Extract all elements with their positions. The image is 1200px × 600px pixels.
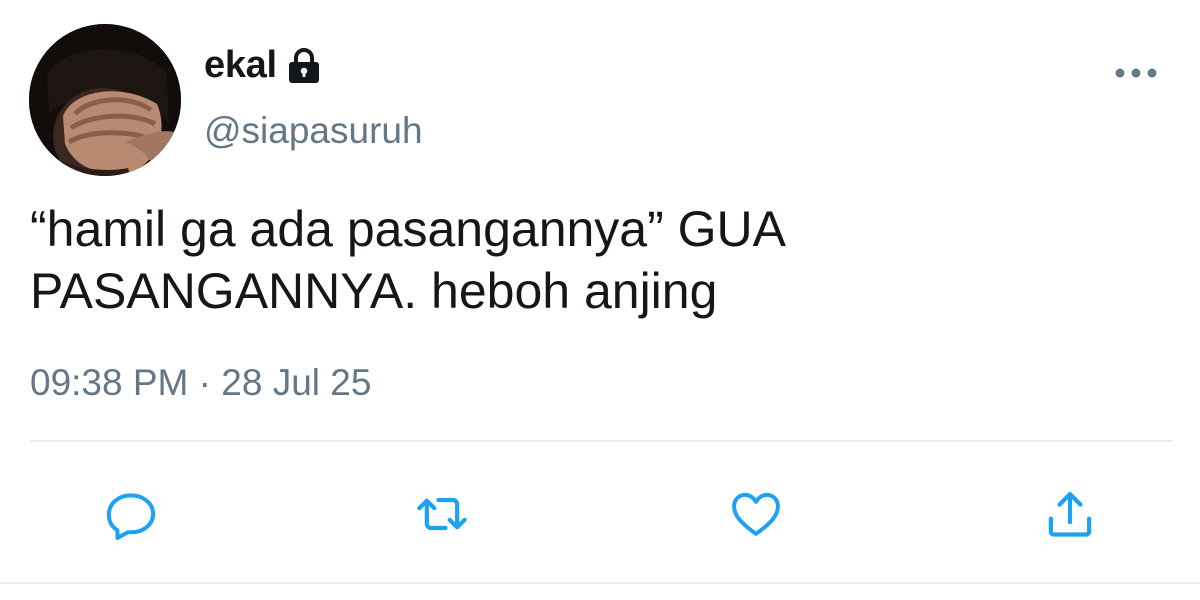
bottom-border xyxy=(0,582,1200,584)
avatar-photo xyxy=(29,24,181,176)
tweet-timestamp[interactable]: 09:38 PM · 28 Jul 25 xyxy=(30,362,371,404)
tweet-card: ekal @siapasuruh “hamil ga ada pasangann… xyxy=(0,0,1200,600)
tweet-date: 28 Jul 25 xyxy=(221,362,372,403)
like-icon xyxy=(732,492,780,536)
display-name[interactable]: ekal xyxy=(204,44,277,87)
user-handle[interactable]: @siapasuruh xyxy=(204,110,423,152)
more-icon[interactable] xyxy=(1112,60,1160,86)
avatar[interactable] xyxy=(29,24,181,176)
share-button[interactable] xyxy=(1038,482,1102,546)
retweet-icon xyxy=(417,497,467,531)
tweet-text: “hamil ga ada pasangannya” GUA PASANGANN… xyxy=(30,201,787,319)
tweet-time: 09:38 PM xyxy=(30,362,189,403)
divider xyxy=(30,440,1172,442)
reply-button[interactable] xyxy=(99,482,163,546)
share-icon xyxy=(1048,492,1092,537)
retweet-button[interactable] xyxy=(410,482,474,546)
display-name-row: ekal xyxy=(204,44,321,87)
like-button[interactable] xyxy=(724,482,788,546)
lock-icon xyxy=(288,47,319,83)
timestamp-separator: · xyxy=(198,362,211,403)
reply-icon xyxy=(106,493,156,541)
